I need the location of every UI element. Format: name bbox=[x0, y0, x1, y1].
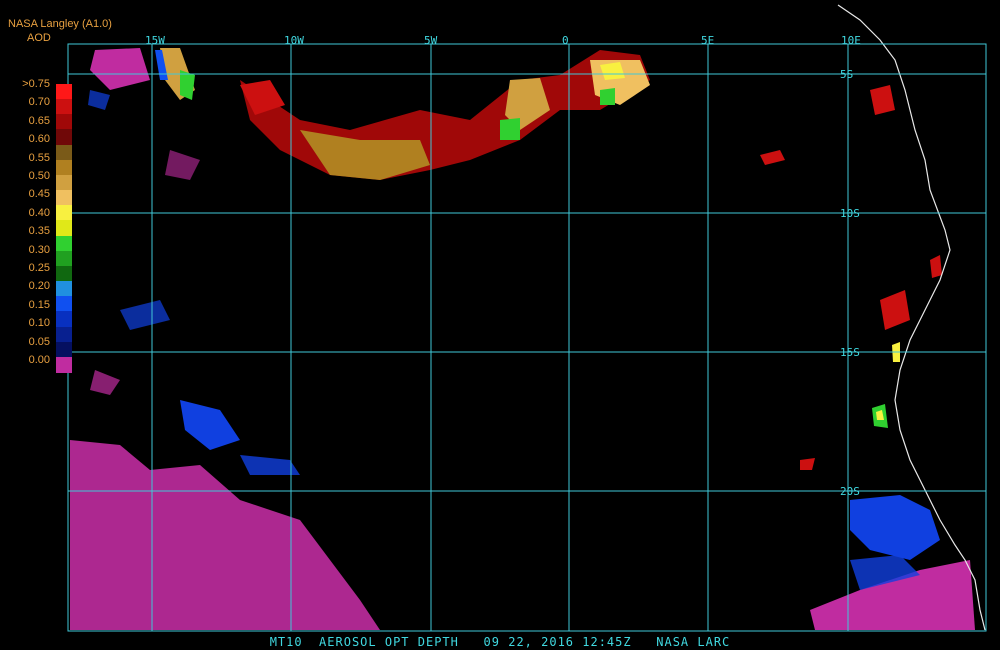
legend-swatch bbox=[56, 281, 72, 298]
legend-swatch bbox=[56, 235, 72, 252]
legend-swatch bbox=[56, 311, 72, 328]
high-aod-region bbox=[760, 85, 942, 470]
legend-label: >0.75 bbox=[22, 78, 50, 90]
legend-label: 0.05 bbox=[28, 335, 50, 348]
legend-swatch bbox=[56, 356, 72, 373]
legend-swatch bbox=[56, 250, 72, 267]
legend-label: 0.15 bbox=[28, 298, 50, 311]
legend-label: 0.25 bbox=[28, 262, 50, 274]
aod-map: 15W 10W 5W 0 5E 10E 5S 10S 15S 20S bbox=[67, 4, 987, 632]
legend-label: 0.55 bbox=[28, 151, 50, 164]
longitude-label: 0 bbox=[562, 34, 569, 47]
legend-swatch bbox=[56, 326, 72, 343]
latitude-label: 15S bbox=[840, 346, 860, 359]
legend-swatch bbox=[56, 296, 72, 313]
longitude-label: 15W bbox=[145, 34, 165, 47]
longitude-label: 5E bbox=[701, 34, 714, 47]
legend-label: 0.30 bbox=[28, 243, 50, 256]
legend-label: 0.50 bbox=[28, 170, 50, 182]
legend-swatch bbox=[56, 205, 72, 222]
legend-swatch bbox=[56, 159, 72, 176]
footer-caption: MT10 AEROSOL OPT DEPTH 09 22, 2016 12:45… bbox=[269, 635, 731, 649]
legend-label: 0.20 bbox=[28, 280, 50, 293]
latitude-label: 20S bbox=[840, 485, 860, 498]
product-label: AOD bbox=[27, 32, 51, 44]
legend-swatch bbox=[56, 220, 72, 237]
legend-label: 0.40 bbox=[28, 206, 50, 219]
legend-label: 0.45 bbox=[28, 188, 50, 201]
legend-label: 0.65 bbox=[28, 114, 50, 127]
smoke-plume bbox=[155, 48, 650, 180]
legend-label: 0.70 bbox=[28, 96, 50, 109]
legend-swatch bbox=[56, 114, 72, 131]
coastal-hotspot bbox=[872, 342, 900, 428]
longitude-label: 10E bbox=[841, 34, 861, 47]
legend-swatch bbox=[56, 190, 72, 207]
latitude-label: 10S bbox=[840, 207, 860, 220]
legend-swatch bbox=[56, 99, 72, 116]
legend-label: 0.10 bbox=[28, 317, 50, 330]
legend-swatch bbox=[56, 84, 72, 100]
legend-swatch bbox=[56, 129, 72, 146]
legend-label: 0.60 bbox=[28, 133, 50, 146]
legend-swatch bbox=[56, 174, 72, 191]
legend-label: 0.00 bbox=[28, 354, 50, 366]
legend-swatch bbox=[56, 265, 72, 282]
longitude-label: 5W bbox=[424, 34, 438, 47]
legend-swatch bbox=[56, 341, 72, 358]
legend-swatch bbox=[56, 144, 72, 161]
source-label: NASA Langley (A1.0) bbox=[8, 18, 112, 30]
latitude-label: 5S bbox=[840, 68, 853, 81]
longitude-label: 10W bbox=[284, 34, 304, 47]
legend-label: 0.35 bbox=[28, 225, 50, 238]
